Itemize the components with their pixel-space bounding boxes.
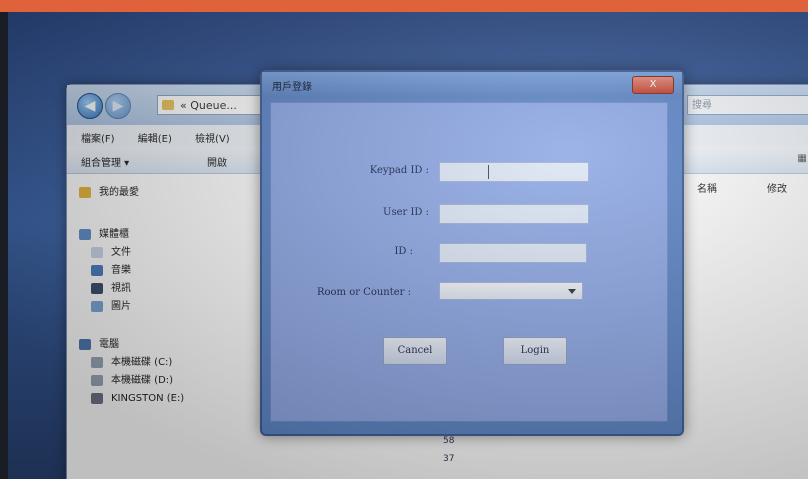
folder-icon: [162, 100, 174, 110]
forward-arrow-icon[interactable]: ▶: [105, 93, 131, 119]
sidebar-item-music[interactable]: 音樂: [91, 264, 131, 278]
drive-icon: [91, 375, 103, 386]
id-input[interactable]: [439, 243, 587, 263]
sidebar-item-pictures[interactable]: 圖片: [91, 300, 131, 314]
menu-edit[interactable]: 編輯(E): [138, 130, 172, 145]
keypad-id-label: Keypad ID :: [369, 165, 429, 176]
usb-drive-icon: [91, 393, 103, 404]
sidebar-item-drive-c[interactable]: 本機磁碟 (C:): [91, 356, 172, 370]
address-text: « Queue...: [180, 99, 237, 112]
navigation-pane: 我的最愛 媒體櫃 文件 音樂 視訊 圖片 電腦 本機磁碟 (C:) 本機磁碟 (…: [67, 174, 267, 479]
sidebar-item-computer[interactable]: 電腦: [79, 338, 119, 352]
sidebar-item-videos[interactable]: 視訊: [91, 282, 131, 296]
user-id-input[interactable]: [439, 204, 589, 224]
login-button[interactable]: Login: [503, 337, 567, 365]
list-item[interactable]: 37: [443, 454, 454, 464]
login-dialog: 用戶登錄 X Keypad ID : User ID : ID : Room o…: [260, 70, 684, 436]
menu-file[interactable]: 檔案(F): [81, 130, 115, 145]
text-cursor-icon: [488, 165, 489, 179]
computer-icon: [79, 339, 91, 350]
menu-view[interactable]: 檢視(V): [195, 130, 230, 145]
organize-button[interactable]: 組合管理 ▾: [81, 154, 129, 169]
room-or-counter-label: Room or Counter :: [316, 287, 411, 298]
picture-icon: [91, 301, 103, 312]
back-arrow-icon[interactable]: ◀: [77, 93, 103, 119]
sidebar-item-favorites[interactable]: 我的最愛: [79, 186, 139, 200]
dialog-title: 用戶登錄: [272, 82, 312, 93]
sidebar-item-libraries[interactable]: 媒體櫃: [79, 228, 129, 242]
dialog-titlebar[interactable]: 用戶登錄 X: [262, 72, 682, 98]
user-id-label: User ID :: [383, 207, 429, 218]
sidebar-item-drive-e[interactable]: KINGSTON (E:): [91, 392, 184, 406]
star-icon: [79, 187, 91, 198]
chevron-down-icon: [568, 289, 576, 294]
library-icon: [79, 229, 91, 240]
sidebar-item-documents[interactable]: 文件: [91, 246, 131, 260]
cancel-button[interactable]: Cancel: [383, 337, 447, 365]
top-accent-bar: [0, 0, 808, 12]
column-header-modified[interactable]: 修改: [767, 180, 787, 195]
view-options-icon[interactable]: ▦ ▾: [797, 153, 808, 164]
document-icon: [91, 247, 103, 258]
list-item[interactable]: 58: [443, 436, 454, 446]
id-label: ID :: [394, 246, 413, 257]
column-header-name[interactable]: 名稱: [697, 180, 717, 195]
open-button[interactable]: 開啟: [207, 154, 227, 169]
dialog-body: Keypad ID : User ID : ID : Room or Count…: [270, 102, 668, 422]
desktop-screen: ◀ ▶ « Queue... 搜尋 檔案(F) 編輯(E) 檢視(V) 組合管理…: [8, 12, 808, 479]
music-icon: [91, 265, 103, 276]
close-button[interactable]: X: [632, 76, 674, 94]
search-input[interactable]: 搜尋: [687, 95, 808, 115]
sidebar-item-drive-d[interactable]: 本機磁碟 (D:): [91, 374, 173, 388]
room-or-counter-select[interactable]: [439, 282, 583, 300]
video-icon: [91, 283, 103, 294]
keypad-id-input[interactable]: [439, 162, 589, 182]
drive-icon: [91, 357, 103, 368]
